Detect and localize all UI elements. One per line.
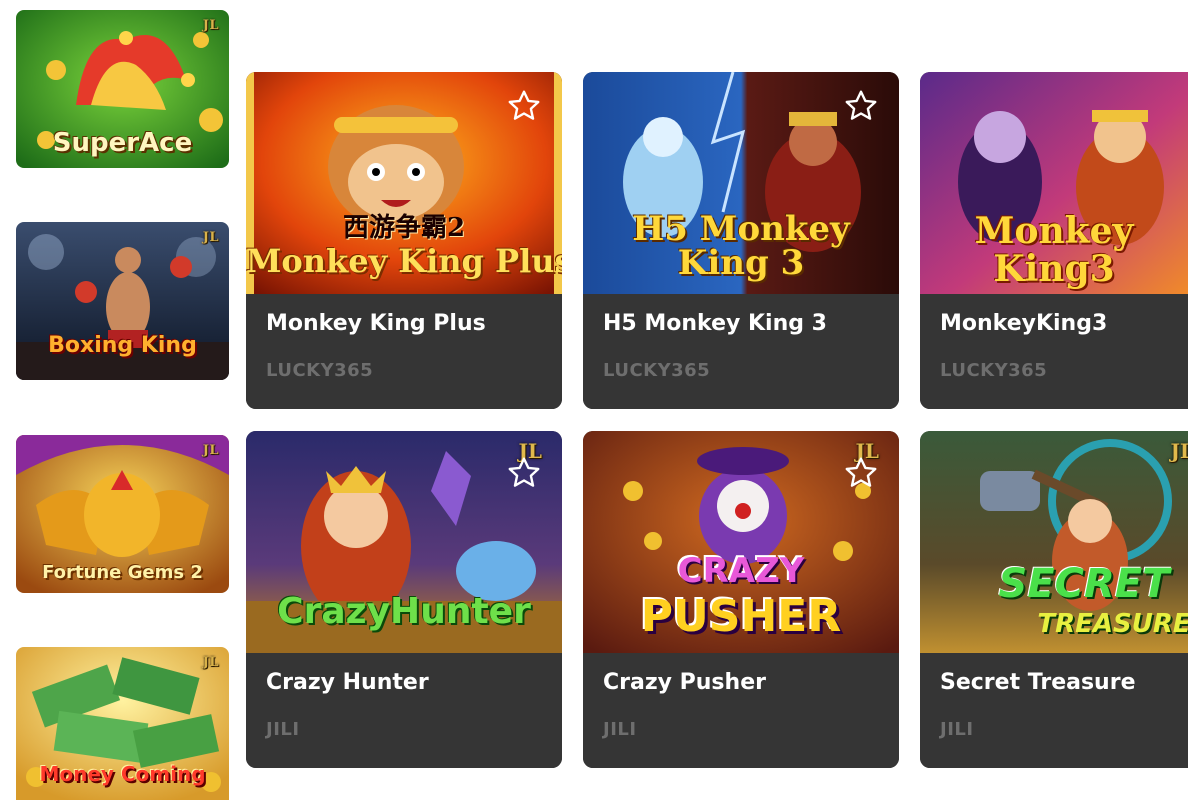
jl-badge: JL — [202, 655, 219, 670]
thumb-game-logo: Fortune Gems 2 — [42, 562, 203, 583]
game-title: H5 Monkey King 3 — [603, 311, 827, 336]
game-art-logo-2: PUSHER — [640, 591, 842, 642]
jl-badge: JL — [202, 18, 219, 33]
game-provider: LUCKY365 — [940, 360, 1048, 381]
game-card[interactable]: SECRET TREASURE JL Secret Treasure JILI — [920, 431, 1188, 768]
game-art-subtitle: 西游争霸2 — [342, 213, 466, 243]
favorite-star-icon[interactable] — [504, 453, 544, 493]
favorite-star-icon[interactable] — [841, 453, 881, 493]
thumb-boxing-king[interactable]: JL Boxing King — [16, 222, 229, 380]
jl-badge: JL — [202, 230, 219, 245]
game-provider: JILI — [940, 719, 974, 740]
game-art: CRAZY PUSHER JL — [583, 431, 899, 653]
game-art-logo: H5 Monkey King 3 — [632, 209, 850, 283]
thumb-game-logo: Money Coming — [39, 762, 206, 786]
game-title: Crazy Pusher — [603, 670, 766, 695]
game-info: Secret Treasure JILI — [920, 653, 1188, 768]
game-art: H5 Monkey King 3 — [583, 72, 899, 294]
game-card[interactable]: CRAZY PUSHER JL Crazy Pusher JILI — [583, 431, 899, 768]
game-card[interactable]: H5 Monkey King 3 H5 Monkey King 3 LUCKY3… — [583, 72, 899, 409]
jl-badge: JL — [202, 443, 219, 458]
game-art: 西游争霸2 Monkey King Plus — [246, 72, 562, 294]
game-card[interactable]: 西游争霸2 Monkey King Plus Monkey King Plus … — [246, 72, 562, 409]
game-title: Monkey King Plus — [266, 311, 486, 336]
thumb-fortune-gems-2[interactable]: JL Fortune Gems 2 — [16, 435, 229, 593]
game-art-logo-1: SECRET — [998, 561, 1170, 607]
game-provider: LUCKY365 — [266, 360, 374, 381]
game-art: Monkey King3 — [920, 72, 1188, 294]
game-art-logo: CrazyHunter — [277, 591, 531, 632]
game-card[interactable]: CrazyHunter JL Crazy Hunter JILI — [246, 431, 562, 768]
thumb-money-coming[interactable]: JL Money Coming — [16, 647, 229, 800]
game-info: Crazy Pusher JILI — [583, 653, 899, 768]
thumb-game-logo: Boxing King — [48, 333, 197, 358]
jl-badge: JL — [1170, 439, 1188, 463]
game-info: MonkeyKing3 LUCKY365 — [920, 294, 1188, 409]
game-title: Secret Treasure — [940, 670, 1136, 695]
game-art: CrazyHunter JL — [246, 431, 562, 653]
thumb-game-logo: SuperAce — [52, 128, 193, 158]
game-title: MonkeyKing3 — [940, 311, 1108, 336]
game-art: SECRET TREASURE JL — [920, 431, 1188, 653]
game-info: Monkey King Plus LUCKY365 — [246, 294, 562, 409]
favorite-star-icon[interactable] — [841, 86, 881, 126]
favorite-star-icon[interactable] — [504, 86, 544, 126]
game-provider: JILI — [603, 719, 637, 740]
game-provider: JILI — [266, 719, 300, 740]
game-art-logo-2: TREASURE — [1037, 609, 1188, 639]
game-art-logo: Monkey King Plus — [246, 242, 562, 280]
game-title: Crazy Hunter — [266, 670, 429, 695]
game-art-logo: Monkey King3 — [974, 210, 1134, 290]
thumb-super-ace[interactable]: JL SuperAce — [16, 10, 229, 168]
game-info: Crazy Hunter JILI — [246, 653, 562, 768]
game-info: H5 Monkey King 3 LUCKY365 — [583, 294, 899, 409]
game-card[interactable]: Monkey King3 MonkeyKing3 LUCKY365 — [920, 72, 1188, 409]
game-provider: LUCKY365 — [603, 360, 711, 381]
game-art-logo-1: CRAZY — [677, 551, 805, 591]
